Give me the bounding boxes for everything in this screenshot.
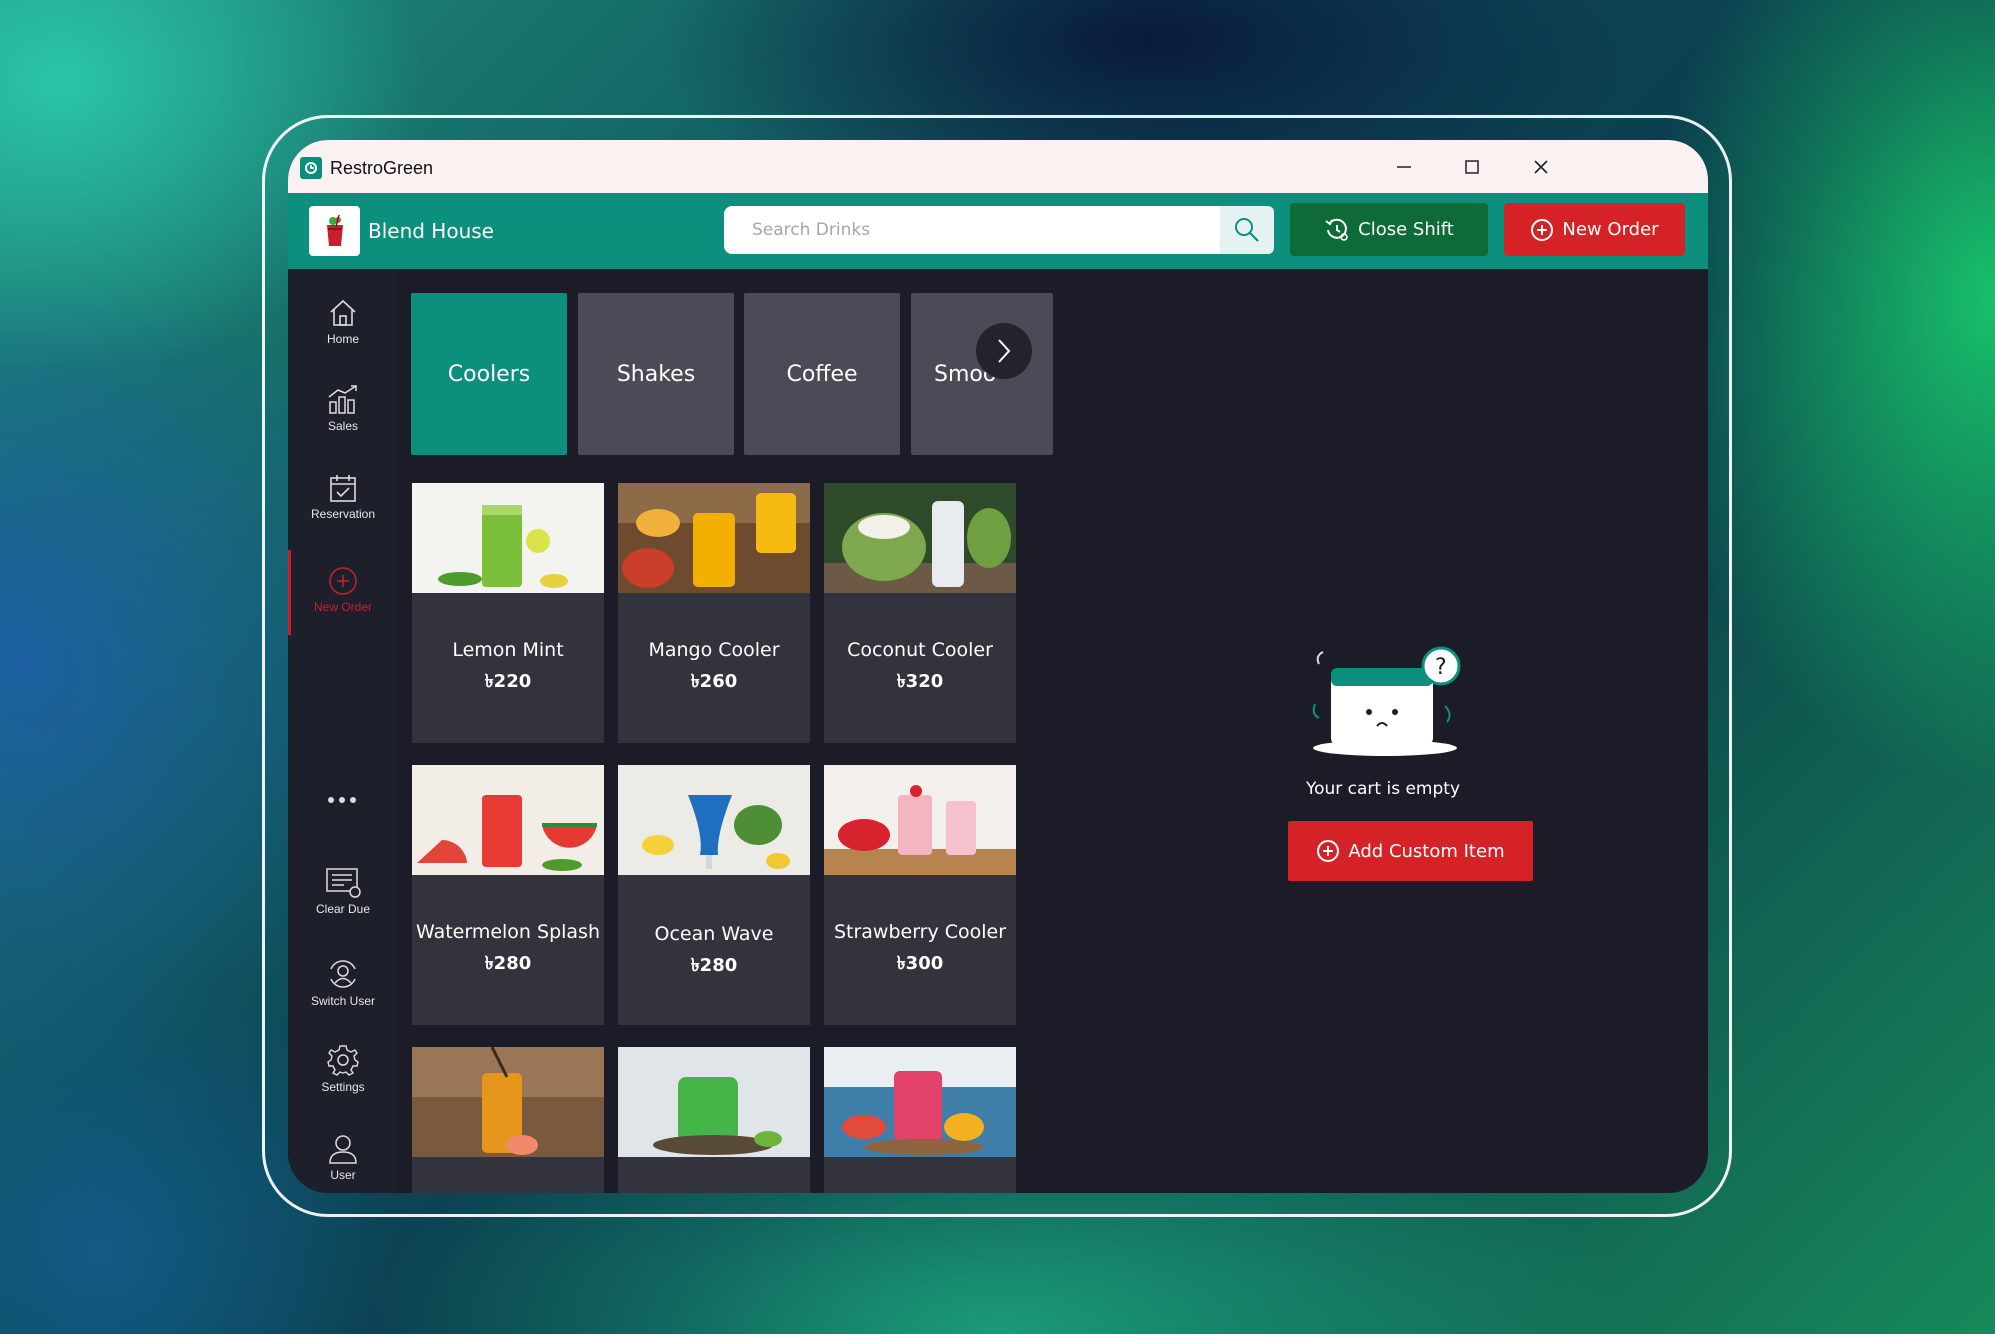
close-window-button[interactable] xyxy=(1521,150,1561,184)
product-card-ocean-wave[interactable]: Ocean Wave ৳280 xyxy=(618,765,810,1025)
switch-user-icon xyxy=(330,960,356,988)
close-shift-label: Close Shift xyxy=(1358,219,1454,240)
product-name: Mango Cooler xyxy=(648,639,780,661)
sidebar-item-sales[interactable]: Sales xyxy=(288,384,398,433)
plus-circle-icon xyxy=(329,567,357,595)
coconut-cooler-image xyxy=(824,483,1016,593)
category-tab-smoothies[interactable]: Smoo xyxy=(911,293,1053,455)
sidebar-item-label: Switch User xyxy=(310,994,375,1008)
sidebar: Home Sales Reservation New Order Clear D… xyxy=(288,269,398,1193)
app-logo-icon xyxy=(300,157,322,179)
top-header: Blend House Close Shift New Order xyxy=(288,193,1708,269)
product-name: Ocean Wave xyxy=(654,923,774,945)
category-next-button[interactable] xyxy=(976,323,1032,379)
sidebar-item-label: Sales xyxy=(327,419,359,433)
sidebar-item-label: Clear Due xyxy=(315,902,371,916)
sidebar-item-label: New Order xyxy=(313,600,372,614)
product-price: ৳280 xyxy=(690,955,738,976)
sidebar-item-label: Reservation xyxy=(310,507,376,521)
new-order-button[interactable]: New Order xyxy=(1504,203,1685,256)
menu-panel: Coolers Shakes Coffee Smoo Lemon Mint ৳2… xyxy=(398,269,1062,1193)
sidebar-item-label: User xyxy=(330,1168,356,1182)
more-dots-icon[interactable] xyxy=(328,797,356,803)
product-name: Coconut Cooler xyxy=(847,639,993,661)
chevron-right-icon xyxy=(998,339,1011,363)
sidebar-item-label: Home xyxy=(326,332,359,346)
green-cooler-image xyxy=(618,1047,810,1157)
clock-reset-icon xyxy=(1325,218,1348,241)
sidebar-item-settings[interactable]: Settings xyxy=(288,1043,398,1094)
add-custom-item-label: Add Custom Item xyxy=(1348,840,1505,862)
product-card[interactable] xyxy=(618,1047,810,1193)
product-card[interactable] xyxy=(824,1047,1016,1193)
product-card-mango-cooler[interactable]: Mango Cooler ৳260 xyxy=(618,483,810,743)
sidebar-item-user[interactable]: User xyxy=(288,1133,398,1182)
home-icon xyxy=(330,299,356,326)
sidebar-item-clear-due[interactable]: Clear Due xyxy=(288,865,398,916)
product-price: ৳320 xyxy=(896,671,944,692)
empty-cart-illustration: ? xyxy=(1312,646,1461,756)
brand-name: Blend House xyxy=(368,219,494,243)
ocean-wave-image xyxy=(618,765,810,875)
product-card-strawberry-cooler[interactable]: Strawberry Cooler ৳300 xyxy=(824,765,1016,1025)
category-label: Coffee xyxy=(786,361,858,387)
cart-panel: ? Your cart is empty Add Custom Item xyxy=(1058,269,1708,1193)
category-tab-shakes[interactable]: Shakes xyxy=(578,293,734,455)
svg-text:?: ? xyxy=(1435,655,1447,680)
new-order-label: New Order xyxy=(1562,219,1659,240)
watermelon-splash-image xyxy=(412,765,604,875)
search-icon xyxy=(1235,218,1259,242)
strawberry-cooler-image xyxy=(824,765,1016,875)
product-price: ৳300 xyxy=(896,953,944,974)
gear-icon xyxy=(327,1045,359,1076)
product-card-watermelon-splash[interactable]: Watermelon Splash ৳280 xyxy=(412,765,604,1025)
window-title: RestroGreen xyxy=(330,158,434,178)
sidebar-item-home[interactable]: Home xyxy=(288,297,398,346)
product-name: Lemon Mint xyxy=(452,639,564,661)
mango-cooler-image xyxy=(618,483,810,593)
sales-chart-icon xyxy=(328,385,357,414)
user-icon xyxy=(329,1135,357,1164)
category-label: Shakes xyxy=(616,361,696,387)
grapefruit-cooler-image xyxy=(824,1047,1016,1157)
app-window: RestroGreen Blend House Cl xyxy=(288,140,1708,1193)
category-tab-coolers[interactable]: Coolers xyxy=(411,293,567,455)
product-price: ৳280 xyxy=(484,953,532,974)
product-name: Watermelon Splash xyxy=(416,921,600,943)
lemon-mint-image xyxy=(412,483,604,593)
brand-logo-icon xyxy=(309,206,360,256)
receipt-icon xyxy=(326,868,361,898)
search-input[interactable] xyxy=(724,206,1220,254)
plus-circle-icon xyxy=(1317,840,1340,862)
search-button[interactable] xyxy=(1220,206,1274,254)
cart-empty-message: Your cart is empty xyxy=(1305,779,1461,799)
add-custom-item-button[interactable]: Add Custom Item xyxy=(1288,821,1533,881)
product-card[interactable] xyxy=(412,1047,604,1193)
sidebar-item-new-order[interactable]: New Order xyxy=(288,565,398,614)
product-price: ৳260 xyxy=(690,671,738,692)
plus-circle-icon xyxy=(1531,218,1554,241)
product-card-coconut-cooler[interactable]: Coconut Cooler ৳320 xyxy=(824,483,1016,743)
category-tab-coffee[interactable]: Coffee xyxy=(744,293,900,455)
category-label: Coolers xyxy=(447,361,531,387)
sidebar-item-switch-user[interactable]: Switch User xyxy=(288,957,398,1008)
iced-tea-image xyxy=(412,1047,604,1157)
maximize-button[interactable] xyxy=(1452,150,1492,184)
sidebar-item-label: Settings xyxy=(321,1080,365,1094)
product-card-lemon-mint[interactable]: Lemon Mint ৳220 xyxy=(412,483,604,743)
product-price: ৳220 xyxy=(484,671,532,692)
sidebar-item-reservation[interactable]: Reservation xyxy=(288,472,398,521)
title-bar: RestroGreen xyxy=(288,140,1708,193)
minimize-button[interactable] xyxy=(1384,150,1424,184)
calendar-check-icon xyxy=(330,475,356,502)
product-name: Strawberry Cooler xyxy=(833,921,1007,943)
close-shift-button[interactable]: Close Shift xyxy=(1290,203,1488,256)
